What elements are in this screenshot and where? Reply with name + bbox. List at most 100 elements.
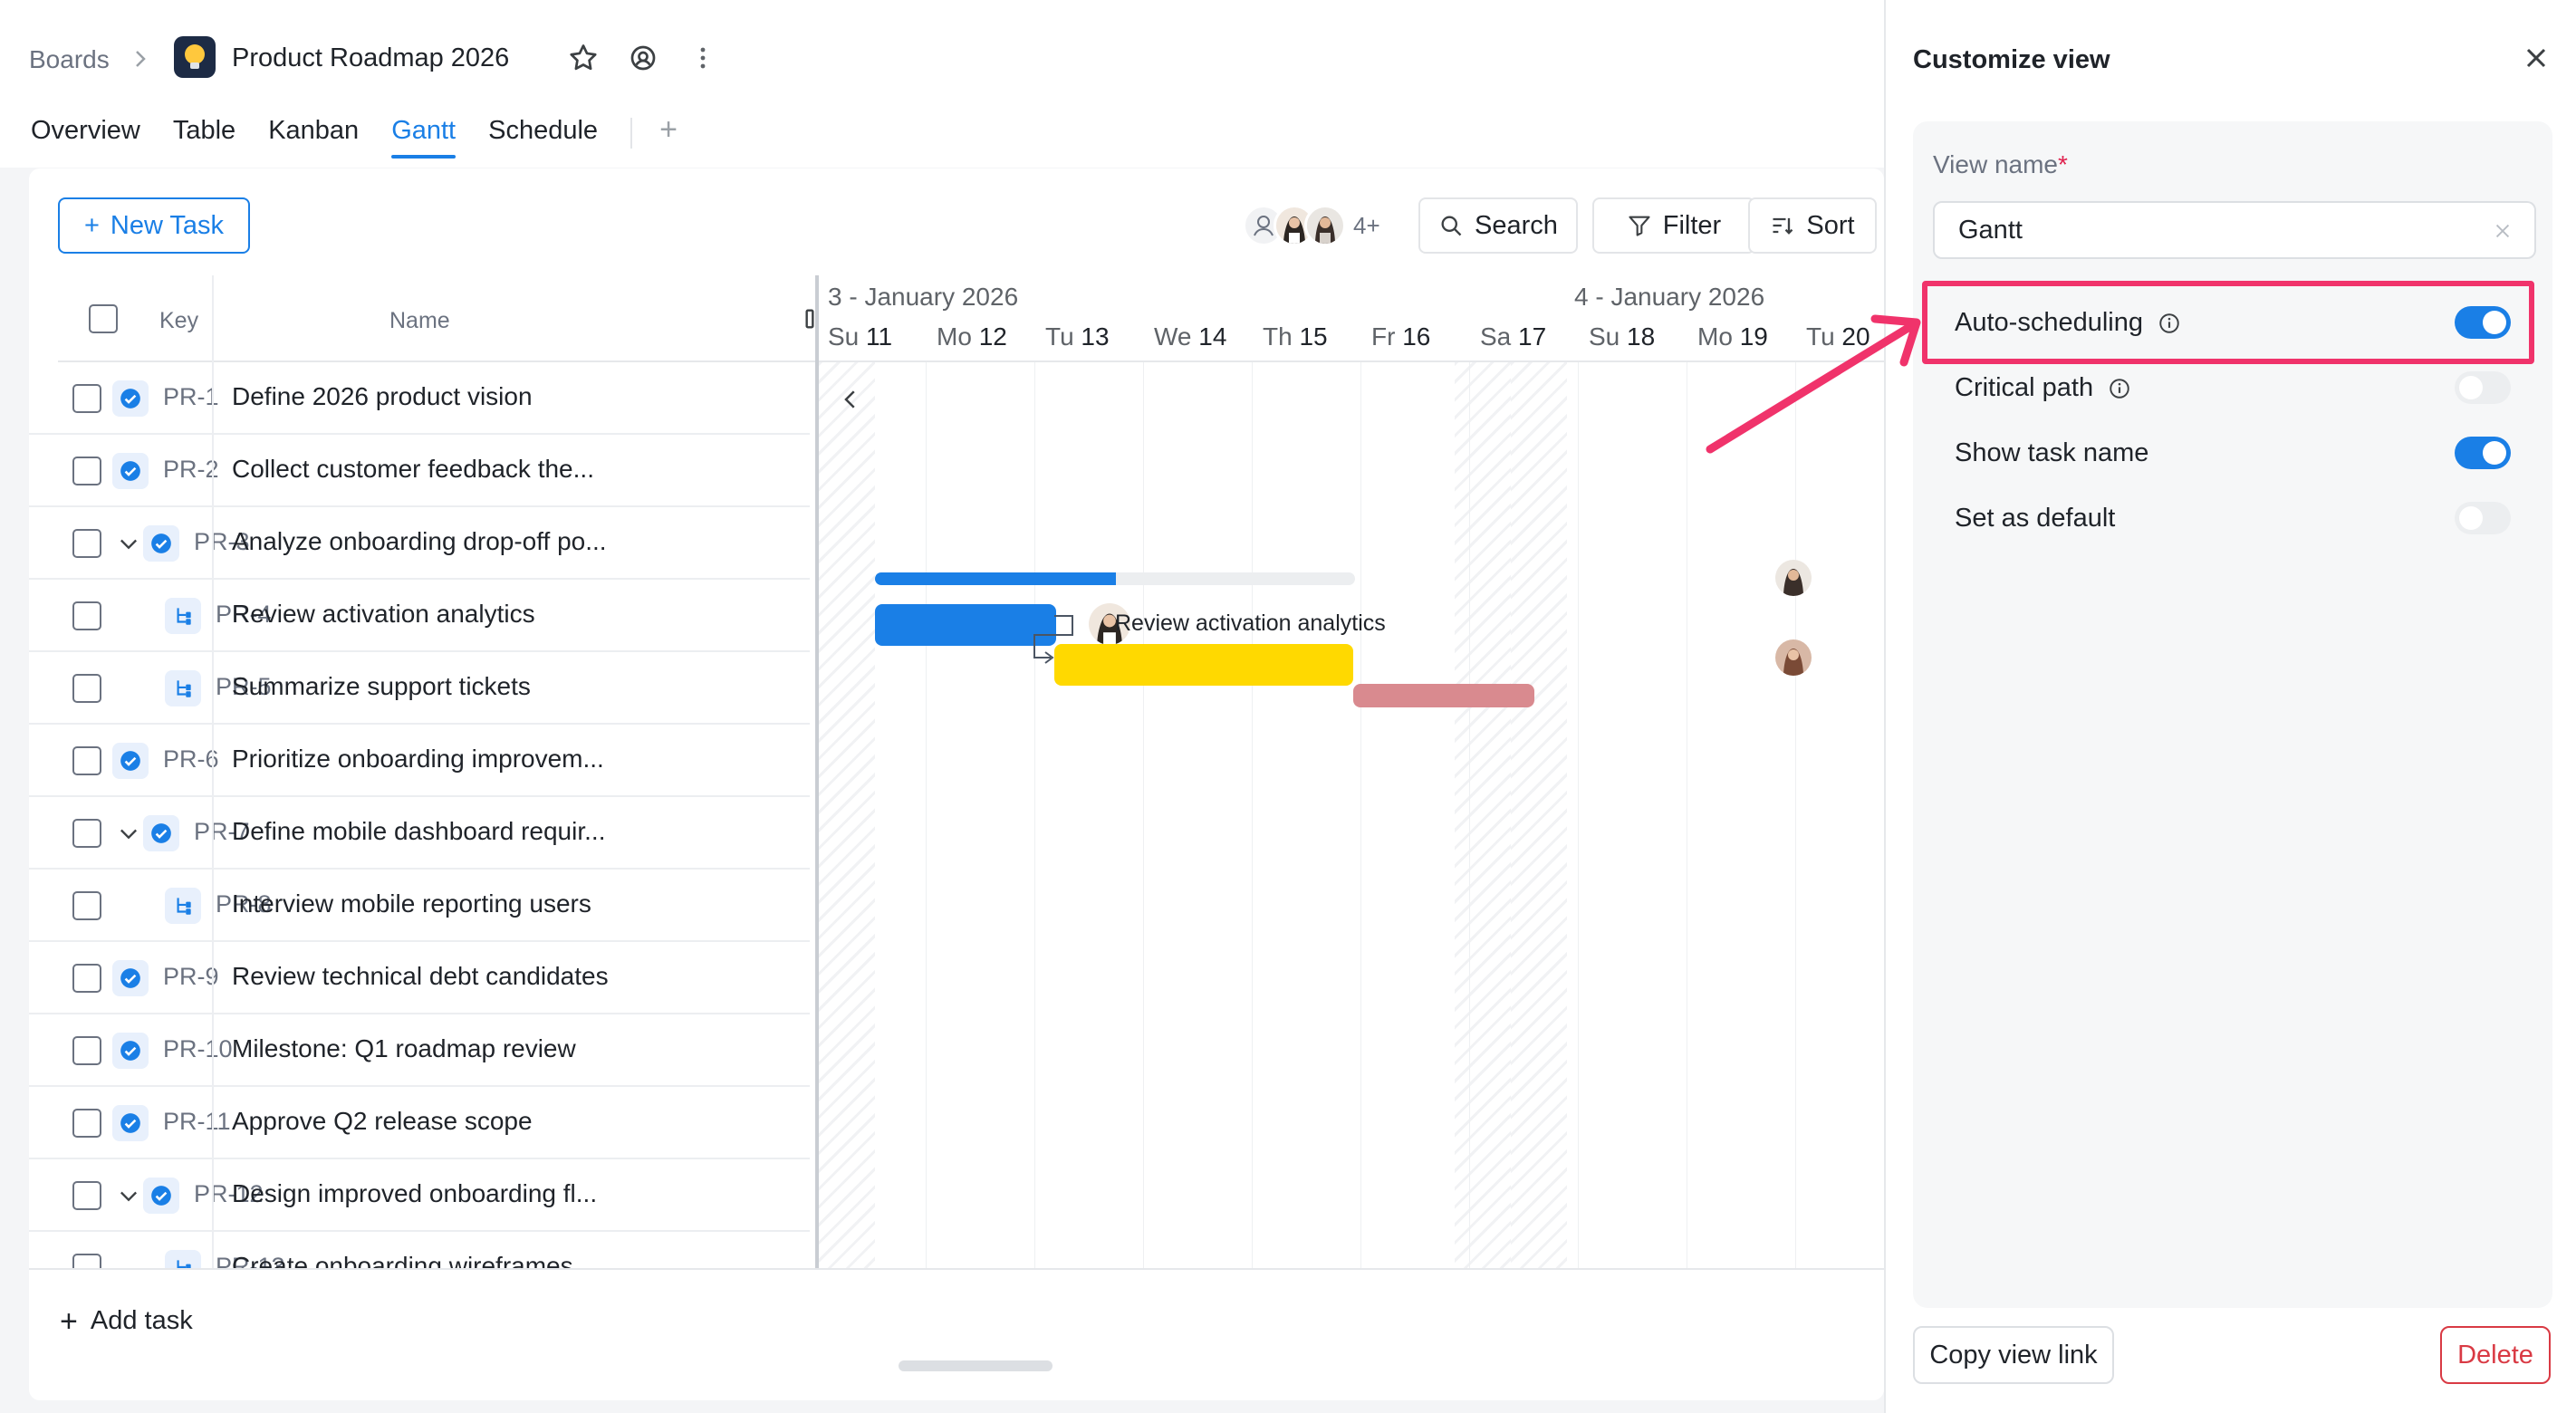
gantt-bar-label: Review activation analytics bbox=[1115, 610, 1386, 636]
row-checkbox[interactable] bbox=[72, 457, 101, 485]
task-name[interactable]: Design improved onboarding fl... bbox=[232, 1179, 597, 1208]
table-row[interactable]: PR-3 Analyze onboarding drop-off po... bbox=[29, 507, 810, 580]
table-row[interactable]: PR-11 Approve Q2 release scope bbox=[29, 1087, 810, 1159]
task-name[interactable]: Analyze onboarding drop-off po... bbox=[232, 527, 607, 556]
info-icon[interactable] bbox=[2108, 377, 2131, 400]
task-name[interactable]: Prioritize onboarding improvem... bbox=[232, 745, 604, 774]
row-checkbox[interactable] bbox=[72, 529, 101, 558]
search-button[interactable]: Search bbox=[1418, 197, 1578, 254]
column-divider bbox=[212, 1159, 214, 1232]
option-label: Set as default bbox=[1955, 504, 2116, 533]
top-header: Boards Product Roadmap 2026 Overview Tab… bbox=[0, 0, 1884, 168]
task-name[interactable]: Review activation analytics bbox=[232, 600, 535, 629]
delete-button[interactable]: Delete bbox=[2440, 1326, 2551, 1384]
column-divider bbox=[212, 1232, 214, 1268]
task-check-icon bbox=[112, 1033, 149, 1069]
filter-button[interactable]: Filter bbox=[1592, 197, 1755, 254]
breadcrumb-boards[interactable]: Boards bbox=[29, 45, 110, 74]
row-checkbox[interactable] bbox=[72, 1036, 101, 1065]
row-checkbox[interactable] bbox=[72, 819, 101, 848]
close-icon[interactable] bbox=[2520, 42, 2552, 74]
tab-kanban[interactable]: Kanban bbox=[268, 116, 359, 159]
tab-overview[interactable]: Overview bbox=[31, 116, 140, 159]
view-name-input[interactable]: Gantt bbox=[1933, 201, 2536, 259]
more-options-icon[interactable] bbox=[687, 42, 719, 74]
toggle-switch[interactable] bbox=[2455, 371, 2511, 404]
row-checkbox[interactable] bbox=[72, 746, 101, 775]
column-divider bbox=[212, 507, 214, 580]
task-name[interactable]: Milestone: Q1 roadmap review bbox=[232, 1034, 576, 1063]
task-name[interactable]: Review technical debt candidates bbox=[232, 962, 609, 991]
table-row[interactable]: PR-5 Summarize support tickets bbox=[29, 652, 810, 725]
table-row[interactable]: PR-8 Interview mobile reporting users bbox=[29, 870, 810, 942]
row-checkbox[interactable] bbox=[72, 1181, 101, 1210]
tab-table[interactable]: Table bbox=[173, 116, 235, 159]
task-name[interactable]: Define 2026 product vision bbox=[232, 382, 533, 411]
assignee-avatars[interactable]: 4+ bbox=[1243, 201, 1380, 250]
toggle-switch[interactable] bbox=[2455, 502, 2511, 534]
task-name[interactable]: Interview mobile reporting users bbox=[232, 889, 591, 918]
table-row[interactable]: PR-9 Review technical debt candidates bbox=[29, 942, 810, 1014]
toggle-switch[interactable] bbox=[2455, 437, 2511, 469]
gantt-bar-pr-6[interactable] bbox=[1353, 684, 1534, 707]
add-view-icon[interactable]: + bbox=[659, 114, 678, 159]
tab-schedule[interactable]: Schedule bbox=[488, 116, 598, 159]
board-title: Product Roadmap 2026 bbox=[232, 43, 510, 72]
row-checkbox[interactable] bbox=[72, 1254, 101, 1268]
table-row[interactable]: PR-12 Design improved onboarding fl... bbox=[29, 1159, 810, 1232]
search-icon bbox=[1441, 216, 1462, 236]
table-row[interactable]: PR-10 Milestone: Q1 roadmap review bbox=[29, 1014, 810, 1087]
avatars-more-count: 4+ bbox=[1353, 211, 1380, 239]
weekend-shading bbox=[819, 362, 875, 1268]
watch-icon[interactable] bbox=[627, 42, 659, 74]
filter-icon bbox=[1629, 216, 1650, 236]
table-row[interactable]: PR-6 Prioritize onboarding improvem... bbox=[29, 725, 810, 797]
task-name[interactable]: Define mobile dashboard requir... bbox=[232, 817, 605, 846]
task-name[interactable]: Collect customer feedback the... bbox=[232, 455, 594, 484]
sort-button[interactable]: Sort bbox=[1748, 197, 1877, 254]
table-row[interactable]: PR-13 Create onboarding wireframes bbox=[29, 1232, 810, 1268]
day-gridline bbox=[817, 362, 818, 1268]
row-checkbox[interactable] bbox=[72, 601, 101, 630]
copy-view-link-button[interactable]: Copy view link bbox=[1913, 1326, 2114, 1384]
tab-gantt[interactable]: Gantt bbox=[391, 116, 456, 159]
row-checkbox[interactable] bbox=[72, 384, 101, 413]
row-checkbox[interactable] bbox=[72, 1109, 101, 1138]
breadcrumb-separator bbox=[132, 43, 150, 81]
toggle-knob bbox=[2459, 376, 2483, 399]
table-footer-divider bbox=[29, 1268, 1884, 1270]
gantt-bar-pr-5[interactable] bbox=[1054, 644, 1353, 686]
table-row[interactable]: PR-7 Define mobile dashboard requir... bbox=[29, 797, 810, 870]
clear-icon[interactable] bbox=[2493, 221, 2513, 241]
horizontal-scrollbar[interactable] bbox=[899, 1360, 1053, 1371]
row-checkbox[interactable] bbox=[72, 964, 101, 993]
annotation-arrow bbox=[1706, 314, 1921, 454]
day-gridline bbox=[1795, 362, 1796, 1268]
gantt-bar-pr-3-progress bbox=[875, 572, 1116, 585]
column-divider bbox=[212, 725, 214, 797]
chevron-left-icon[interactable] bbox=[837, 386, 864, 413]
table-row[interactable]: PR-4 Review activation analytics bbox=[29, 580, 810, 652]
task-name[interactable]: Create onboarding wireframes bbox=[232, 1252, 573, 1268]
subtask-icon bbox=[165, 670, 201, 706]
avatar bbox=[1775, 560, 1812, 596]
option-show-task-name: Show task name bbox=[1955, 438, 2148, 468]
chevron-down-icon[interactable] bbox=[116, 1183, 141, 1208]
table-row[interactable]: PR-2 Collect customer feedback the... bbox=[29, 435, 810, 507]
task-name[interactable]: Approve Q2 release scope bbox=[232, 1107, 533, 1136]
row-checkbox[interactable] bbox=[72, 891, 101, 920]
chevron-down-icon[interactable] bbox=[116, 821, 141, 846]
toggle-knob bbox=[2459, 506, 2483, 530]
week-label: 3 - January 2026 bbox=[828, 283, 1019, 311]
table-row[interactable]: PR-1 Define 2026 product vision bbox=[29, 362, 810, 435]
panel-title: Customize view bbox=[1913, 45, 2110, 74]
weekend-shading bbox=[1455, 362, 1514, 1268]
add-task-button[interactable]: + Add task bbox=[60, 1306, 193, 1337]
star-icon[interactable] bbox=[567, 42, 600, 74]
subtask-icon bbox=[165, 1250, 201, 1268]
task-check-icon bbox=[143, 815, 179, 851]
chevron-down-icon[interactable] bbox=[116, 531, 141, 556]
row-checkbox[interactable] bbox=[72, 674, 101, 703]
task-key: PR-11 bbox=[163, 1108, 231, 1135]
task-name[interactable]: Summarize support tickets bbox=[232, 672, 531, 701]
